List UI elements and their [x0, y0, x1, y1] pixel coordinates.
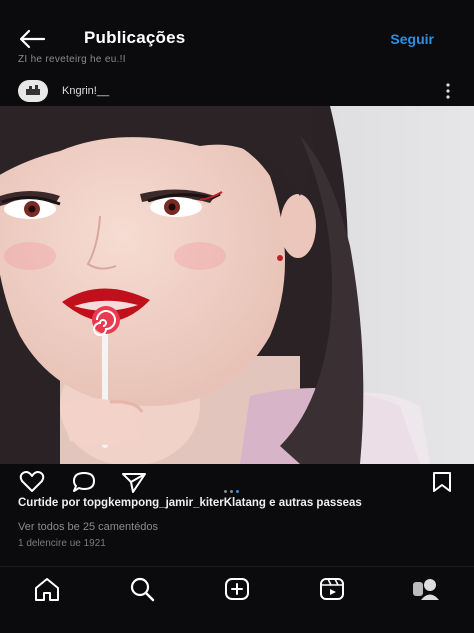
top-bar: Publicações Seguir ZI he reveteirg he eu…	[0, 0, 474, 65]
profile-icon[interactable]	[410, 575, 440, 603]
portrait-illustration	[0, 106, 474, 464]
view-comments-link[interactable]: Ver todos be 25 camentédos	[18, 521, 158, 533]
avatar[interactable]	[18, 80, 48, 102]
comment-icon[interactable]	[70, 470, 98, 494]
heart-icon[interactable]	[18, 470, 46, 494]
reels-icon[interactable]	[317, 575, 347, 603]
page-title: Publicações	[84, 28, 186, 47]
subtitle-text: ZI he reveteirg he eu.!I	[18, 54, 126, 65]
carousel-dot	[224, 490, 227, 493]
home-icon[interactable]	[32, 575, 62, 603]
avatar-logo-icon	[26, 85, 40, 95]
post-image[interactable]	[0, 106, 474, 464]
carousel-dot	[230, 490, 233, 493]
more-options-icon[interactable]	[444, 82, 452, 100]
follow-button[interactable]: Seguir	[390, 31, 434, 47]
carousel-dot-active	[236, 490, 239, 493]
back-arrow-icon[interactable]	[18, 28, 46, 50]
share-icon[interactable]	[120, 470, 148, 494]
bookmark-icon[interactable]	[428, 470, 456, 494]
new-post-icon[interactable]	[222, 575, 252, 603]
post-date: 1 delencire ue 1921	[18, 538, 106, 549]
username[interactable]: Kngrin!__	[62, 85, 109, 97]
post-header: Kngrin!__	[0, 76, 474, 106]
search-icon[interactable]	[127, 575, 157, 603]
likes-text[interactable]: Curtide por topgkempong_jamir_kiterKlata…	[18, 496, 458, 510]
post-actions	[0, 466, 474, 496]
bottom-nav	[0, 566, 474, 633]
